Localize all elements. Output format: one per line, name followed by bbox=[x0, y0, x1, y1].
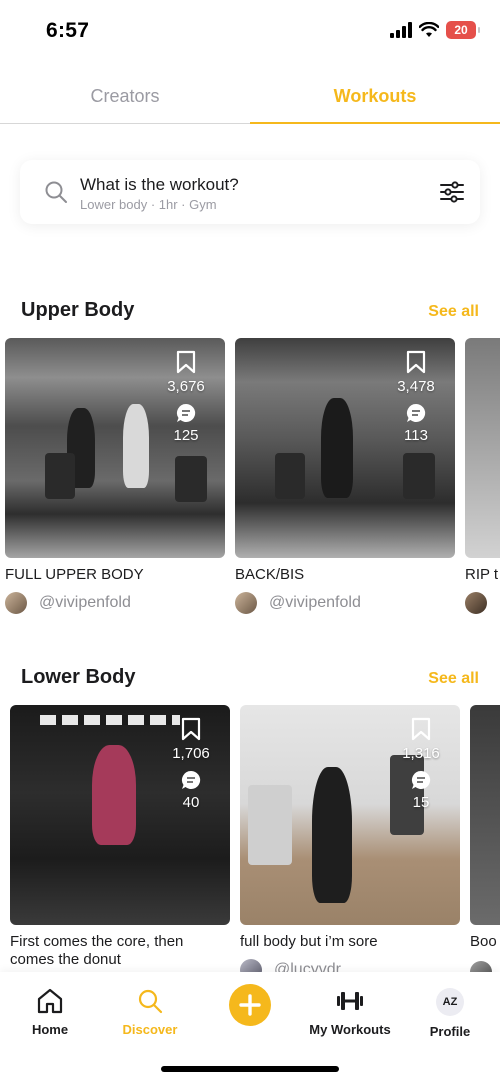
profile-avatar: AZ bbox=[436, 988, 464, 1016]
nav-discover[interactable]: Discover bbox=[100, 988, 200, 1037]
status-icons: 20 bbox=[390, 21, 480, 39]
home-indicator bbox=[161, 1066, 339, 1072]
creator[interactable]: @lucyvdr bbox=[240, 959, 460, 972]
avatar bbox=[240, 959, 262, 972]
save-count: 1,316 bbox=[402, 745, 440, 762]
upper-body-carousel[interactable]: 3,676 125 FULL UPPER BODY @vivipenfold 3… bbox=[0, 338, 500, 618]
comment-count: 15 bbox=[412, 794, 430, 811]
search-icon bbox=[138, 989, 163, 1014]
workout-card[interactable]: 3,478 113 BACK/BIS @vivipenfold bbox=[235, 338, 455, 614]
tab-bar: Creators Workouts bbox=[0, 74, 500, 124]
avatar bbox=[235, 592, 257, 614]
workout-card[interactable]: Boo bbox=[470, 705, 500, 972]
bookmark-icon[interactable] bbox=[176, 350, 196, 374]
save-count: 3,478 bbox=[397, 378, 435, 395]
save-count: 1,706 bbox=[172, 745, 210, 762]
card-title: full body but i’m sore bbox=[240, 933, 378, 950]
bookmark-icon[interactable] bbox=[406, 350, 426, 374]
status-time: 6:57 bbox=[46, 19, 90, 42]
comment-count: 113 bbox=[404, 427, 428, 444]
search-hint: Lower body · 1hr · Gym bbox=[80, 197, 217, 212]
filter-icon[interactable] bbox=[440, 180, 464, 204]
section-header-upper-body: Upper Body See all bbox=[21, 299, 479, 322]
comment-icon[interactable] bbox=[176, 403, 196, 423]
card-title: First comes the core, then comes the don… bbox=[10, 933, 184, 968]
search-icon bbox=[45, 181, 67, 203]
creator-handle: @vivipenfold bbox=[269, 594, 361, 611]
section-title: Lower Body bbox=[21, 666, 136, 688]
card-title: FULL UPPER BODY bbox=[5, 566, 144, 583]
comment-icon[interactable] bbox=[406, 403, 426, 423]
bookmark-icon[interactable] bbox=[411, 717, 431, 741]
see-all-link[interactable]: See all bbox=[428, 303, 479, 321]
workout-thumbnail: 1,706 40 bbox=[10, 705, 230, 925]
comment-icon[interactable] bbox=[411, 770, 431, 790]
tab-workouts[interactable]: Workouts bbox=[250, 74, 500, 123]
lower-body-carousel[interactable]: 1,706 40 First comes the core, then come… bbox=[0, 705, 500, 972]
plus-icon bbox=[239, 994, 261, 1016]
nav-label: My Workouts bbox=[309, 1022, 391, 1037]
nav-label: Discover bbox=[122, 1022, 178, 1037]
nav-my-workouts[interactable]: My Workouts bbox=[300, 988, 400, 1037]
workout-thumbnail: 3,676 125 bbox=[5, 338, 225, 558]
section-title: Upper Body bbox=[21, 299, 135, 321]
search-bar[interactable]: What is the workout? Lower body · 1hr · … bbox=[20, 160, 480, 224]
nav-label: Home bbox=[31, 1022, 69, 1037]
bookmark-icon[interactable] bbox=[181, 717, 201, 741]
workout-card[interactable]: 1,316 15 full body but i’m sore @lucyvdr bbox=[240, 705, 460, 972]
card-stats: 1,316 15 bbox=[396, 717, 446, 811]
battery-level: 20 bbox=[454, 23, 468, 37]
workout-thumbnail bbox=[465, 338, 500, 558]
creator-handle: @vivipenfold bbox=[39, 594, 131, 611]
nav-home[interactable]: Home bbox=[0, 988, 100, 1037]
workout-card[interactable]: 3,676 125 FULL UPPER BODY @vivipenfold bbox=[5, 338, 225, 614]
section-header-lower-body: Lower Body See all bbox=[21, 666, 479, 689]
battery-icon: 20 bbox=[446, 21, 480, 39]
dumbbell-icon bbox=[337, 992, 363, 1010]
card-stats: 1,706 40 bbox=[166, 717, 216, 811]
nav-label: Profile bbox=[429, 1024, 471, 1039]
home-icon bbox=[37, 988, 63, 1014]
wifi-icon bbox=[419, 22, 439, 37]
comment-count: 40 bbox=[182, 794, 200, 811]
comment-icon[interactable] bbox=[181, 770, 201, 790]
window-strip bbox=[40, 715, 180, 725]
card-title: RIP t bbox=[465, 566, 499, 583]
creator[interactable]: @vivipenfold bbox=[5, 592, 225, 614]
workout-card[interactable]: 1,706 40 First comes the core, then come… bbox=[10, 705, 230, 969]
workout-thumbnail bbox=[470, 705, 500, 925]
avatar bbox=[470, 961, 492, 972]
signal-icon bbox=[390, 22, 412, 38]
creator[interactable] bbox=[465, 592, 500, 614]
nav-profile[interactable]: AZ Profile bbox=[400, 988, 500, 1039]
add-workout-button[interactable] bbox=[229, 984, 271, 1026]
card-title: BACK/BIS bbox=[235, 566, 305, 583]
creator[interactable] bbox=[470, 961, 500, 972]
tab-indicator bbox=[250, 122, 500, 124]
see-all-link[interactable]: See all bbox=[428, 670, 479, 688]
workout-thumbnail: 3,478 113 bbox=[235, 338, 455, 558]
workout-thumbnail: 1,316 15 bbox=[240, 705, 460, 925]
status-bar: 6:57 20 bbox=[0, 0, 500, 62]
card-stats: 3,676 125 bbox=[161, 350, 211, 444]
creator[interactable]: @vivipenfold bbox=[235, 592, 455, 614]
creator-handle: @lucyvdr bbox=[274, 961, 341, 972]
tab-creators[interactable]: Creators bbox=[0, 74, 250, 123]
workout-card[interactable]: RIP t bbox=[465, 338, 500, 614]
card-stats: 3,478 113 bbox=[391, 350, 441, 444]
avatar bbox=[465, 592, 487, 614]
card-title: Boo bbox=[470, 933, 497, 950]
comment-count: 125 bbox=[173, 427, 199, 444]
save-count: 3,676 bbox=[167, 378, 205, 395]
avatar bbox=[5, 592, 27, 614]
search-prompt: What is the workout? bbox=[80, 175, 239, 194]
